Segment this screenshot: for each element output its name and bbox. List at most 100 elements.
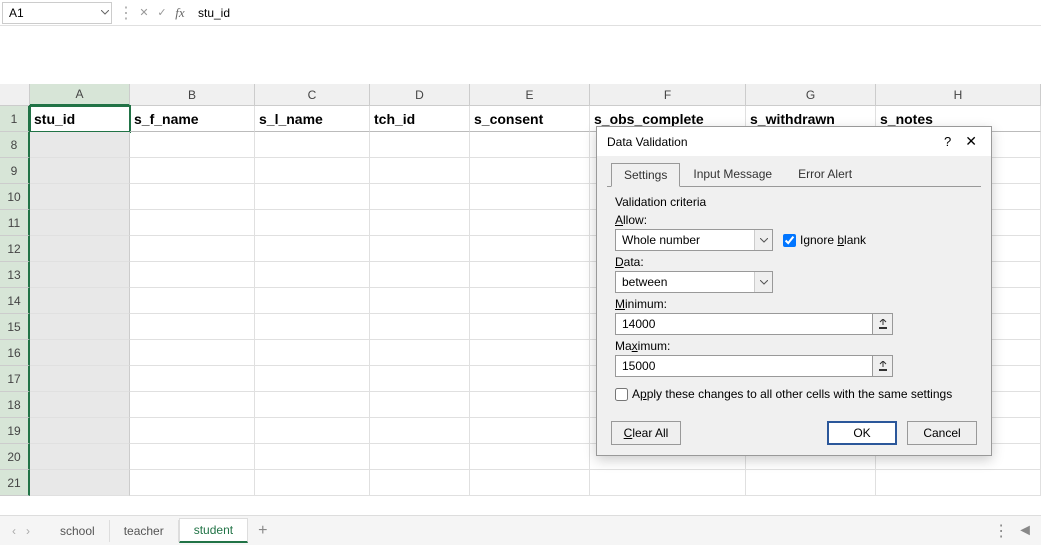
cell-A12[interactable]: [30, 236, 130, 262]
cell-D15[interactable]: [370, 314, 470, 340]
cell-A11[interactable]: [30, 210, 130, 236]
cell-E13[interactable]: [470, 262, 590, 288]
enter-icon[interactable]: ✓: [154, 4, 170, 22]
cell-A20[interactable]: [30, 444, 130, 470]
row-header[interactable]: 10: [0, 184, 30, 210]
cell-E9[interactable]: [470, 158, 590, 184]
row-header[interactable]: 19: [0, 418, 30, 444]
col-header-B[interactable]: B: [130, 84, 255, 106]
row-header[interactable]: 14: [0, 288, 30, 314]
cell-E15[interactable]: [470, 314, 590, 340]
col-header-F[interactable]: F: [590, 84, 746, 106]
cell-C11[interactable]: [255, 210, 370, 236]
allow-select[interactable]: Whole number: [615, 229, 773, 251]
cell-C13[interactable]: [255, 262, 370, 288]
cell-B19[interactable]: [130, 418, 255, 444]
row-header[interactable]: 18: [0, 392, 30, 418]
cell-E19[interactable]: [470, 418, 590, 444]
cell-D21[interactable]: [370, 470, 470, 496]
cell-C17[interactable]: [255, 366, 370, 392]
close-icon[interactable]: ✕: [961, 133, 981, 150]
cell-C21[interactable]: [255, 470, 370, 496]
cell-C16[interactable]: [255, 340, 370, 366]
sheet-nav-next[interactable]: ›: [22, 524, 34, 538]
cell-D12[interactable]: [370, 236, 470, 262]
cell-C20[interactable]: [255, 444, 370, 470]
cell-D13[interactable]: [370, 262, 470, 288]
cell-D1[interactable]: tch_id: [370, 106, 470, 132]
cell-B21[interactable]: [130, 470, 255, 496]
cell-B17[interactable]: [130, 366, 255, 392]
row-header[interactable]: 16: [0, 340, 30, 366]
col-header-A[interactable]: A: [30, 84, 130, 106]
dialog-titlebar[interactable]: Data Validation ? ✕: [597, 127, 991, 156]
cell-B15[interactable]: [130, 314, 255, 340]
row-header[interactable]: 17: [0, 366, 30, 392]
cell-B12[interactable]: [130, 236, 255, 262]
cell-D20[interactable]: [370, 444, 470, 470]
vertical-dots-icon[interactable]: ⋮: [993, 521, 1009, 541]
name-box-dropdown[interactable]: [99, 10, 111, 15]
range-picker-icon[interactable]: [873, 355, 893, 377]
cell-E1[interactable]: s_consent: [470, 106, 590, 132]
sheet-tab-school[interactable]: school: [46, 520, 110, 542]
cell-E11[interactable]: [470, 210, 590, 236]
cell-A18[interactable]: [30, 392, 130, 418]
cell-C9[interactable]: [255, 158, 370, 184]
sheet-tab-student[interactable]: student: [179, 518, 248, 543]
cell-A21[interactable]: [30, 470, 130, 496]
cell-F21[interactable]: [590, 470, 746, 496]
dialog-tab-settings[interactable]: Settings: [611, 163, 680, 187]
cell-C12[interactable]: [255, 236, 370, 262]
cell-A17[interactable]: [30, 366, 130, 392]
clear-all-button[interactable]: Clear All: [611, 421, 681, 445]
cell-D8[interactable]: [370, 132, 470, 158]
cell-C14[interactable]: [255, 288, 370, 314]
select-all-corner[interactable]: [0, 84, 30, 106]
cell-A10[interactable]: [30, 184, 130, 210]
cell-B8[interactable]: [130, 132, 255, 158]
cell-A9[interactable]: [30, 158, 130, 184]
row-header[interactable]: 12: [0, 236, 30, 262]
range-picker-icon[interactable]: [873, 313, 893, 335]
row-header[interactable]: 11: [0, 210, 30, 236]
cell-E17[interactable]: [470, 366, 590, 392]
cell-B9[interactable]: [130, 158, 255, 184]
add-sheet-button[interactable]: +: [248, 518, 277, 544]
ignore-blank-checkbox[interactable]: Ignore blank: [783, 233, 866, 247]
maximum-input[interactable]: [615, 355, 873, 377]
col-header-C[interactable]: C: [255, 84, 370, 106]
cell-C15[interactable]: [255, 314, 370, 340]
row-header[interactable]: 20: [0, 444, 30, 470]
cell-A1[interactable]: stu_id: [30, 106, 130, 132]
cell-D9[interactable]: [370, 158, 470, 184]
sheet-tab-teacher[interactable]: teacher: [110, 520, 179, 542]
scroll-left-icon[interactable]: ◄: [1017, 522, 1033, 540]
cell-B13[interactable]: [130, 262, 255, 288]
help-icon[interactable]: ?: [944, 134, 951, 149]
col-header-G[interactable]: G: [746, 84, 876, 106]
cell-C19[interactable]: [255, 418, 370, 444]
cell-G21[interactable]: [746, 470, 876, 496]
cell-A16[interactable]: [30, 340, 130, 366]
cell-B11[interactable]: [130, 210, 255, 236]
cell-A8[interactable]: [30, 132, 130, 158]
col-header-E[interactable]: E: [470, 84, 590, 106]
ignore-blank-input[interactable]: [783, 234, 796, 247]
cell-E16[interactable]: [470, 340, 590, 366]
cell-E21[interactable]: [470, 470, 590, 496]
cell-D17[interactable]: [370, 366, 470, 392]
cell-D18[interactable]: [370, 392, 470, 418]
cell-B10[interactable]: [130, 184, 255, 210]
ok-button[interactable]: OK: [827, 421, 897, 445]
cell-C8[interactable]: [255, 132, 370, 158]
cell-A13[interactable]: [30, 262, 130, 288]
cell-C18[interactable]: [255, 392, 370, 418]
data-select[interactable]: between: [615, 271, 773, 293]
dialog-tab-input-message[interactable]: Input Message: [680, 162, 785, 186]
minimum-input[interactable]: [615, 313, 873, 335]
apply-changes-checkbox[interactable]: Apply these changes to all other cells w…: [615, 387, 973, 401]
cell-H21[interactable]: [876, 470, 1041, 496]
cell-D11[interactable]: [370, 210, 470, 236]
cell-D16[interactable]: [370, 340, 470, 366]
